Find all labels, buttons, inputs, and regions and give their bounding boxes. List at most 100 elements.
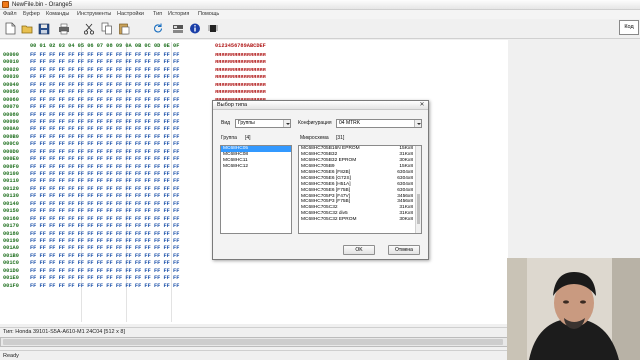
chips-count: [31] [336,135,345,141]
hex-byte-row[interactable]: FF FF FF FF FF FF FF FF FF FF FF FF FF F… [30,112,179,119]
hex-byte-row[interactable]: FF FF FF FF FF FF FF FF FF FF FF FF FF F… [30,52,179,59]
hex-byte-row[interactable]: FF FF FF FF FF FF FF FF FF FF FF FF FF F… [30,156,179,163]
dialog-title: Выбор типа [217,102,248,108]
save-icon[interactable] [38,22,50,35]
hex-address: 00100 [3,171,19,177]
scrollbar-thumb[interactable] [3,339,503,345]
view-select-value: Группы [238,120,255,126]
groups-list[interactable]: MC68HC05 MC68HC08 MC68HC11 MC68HC12 [220,145,292,234]
chip-name: MC68HC705C32 div5 [301,211,348,217]
hex-byte-row[interactable]: FF FF FF FF FF FF FF FF FF FF FF FF FF F… [30,283,179,290]
hex-byte-row[interactable]: FF FF FF FF FF FF FF FF FF FF FF FF FF F… [30,82,179,89]
hex-byte-row[interactable]: FF FF FF FF FF FF FF FF FF FF FF FF FF F… [30,164,179,171]
hex-address: 001A0 [3,245,19,252]
hex-byte-row[interactable]: FF FF FF FF FF FF FF FF FF FF FF FF FF F… [30,59,179,66]
new-file-icon[interactable] [4,22,16,35]
copy-icon[interactable] [101,22,113,35]
hex-address: 001B0 [3,252,19,259]
hex-byte-row[interactable]: FF FF FF FF FF FF FF FF FF FF FF FF FF F… [30,126,179,133]
config-label: Конфигурация [298,120,332,126]
hex-byte-row[interactable]: FF FF FF FF FF FF FF FF FF FF FF FF FF F… [30,201,179,208]
hex-byte-row[interactable]: FF FF FF FF FF FF FF FF FF FF FF FF FF F… [30,275,179,282]
chip-item[interactable]: MC68HC705C32 EPROM 30Kx8 [299,217,421,223]
hex-address: 001E0 [3,275,19,282]
chip-name: MC68HC705P3 [F47V] [301,193,351,199]
cancel-button[interactable]: Отмена [388,245,420,255]
menu-history[interactable]: История [168,10,189,19]
group-item[interactable]: MC68HC12 [221,164,291,170]
chip-name: MC68HC705E6 [F75B] [301,187,351,193]
info-icon[interactable] [189,22,201,35]
hex-address: 000F0 [3,163,19,170]
hex-byte-row[interactable]: FF FF FF FF FF FF FF FF FF FF FF FF FF F… [30,74,179,81]
view-select[interactable]: Группы [235,119,291,128]
config-select[interactable]: 04 MTRK [336,119,422,128]
menu-buffer[interactable]: Буфер [23,10,40,19]
hex-byte-row[interactable]: FF FF FF FF FF FF FF FF FF FF FF FF FF F… [30,253,179,260]
menu-help[interactable]: Помощь [198,10,219,19]
hex-byte-row[interactable]: FF FF FF FF FF FF FF FF FF FF FF FF FF F… [30,104,179,111]
horizontal-scrollbar[interactable] [0,337,508,347]
app-window: NewFile.bin - Orange5 Файл Буфер Команды… [0,0,640,360]
hex-byte-row[interactable]: FF FF FF FF FF FF FF FF FF FF FF FF FF F… [30,223,179,230]
hex-ascii-row[interactable]: яяяяяяяяяяяяяяяя [215,59,285,66]
hex-ascii-row[interactable]: яяяяяяяяяяяяяяяя [215,82,285,89]
hex-byte-row[interactable]: FF FF FF FF FF FF FF FF FF FF FF FF FF F… [30,141,179,148]
hex-address: 00040 [3,81,19,88]
hex-byte-row[interactable]: FF FF FF FF FF FF FF FF FF FF FF FF FF F… [30,171,179,178]
hex-byte-row[interactable]: FF FF FF FF FF FF FF FF FF FF FF FF FF F… [30,231,179,238]
chips-list[interactable]: MC68HC705B16N EPROM 15Kx8 MC68HC705B32 31Kx… [298,145,422,234]
hex-ascii-row[interactable]: яяяяяяяяяяяяяяяя [215,89,285,96]
hex-byte-row[interactable]: FF FF FF FF FF FF FF FF FF FF FF FF FF F… [30,186,179,193]
hardware-icon[interactable] [172,22,184,35]
hex-address: 00020 [3,66,19,73]
open-folder-icon[interactable] [21,22,33,35]
hex-address: 00150 [3,208,19,215]
hex-byte-row[interactable]: FF FF FF FF FF FF FF FF FF FF FF FF FF F… [30,134,179,141]
toolbar [0,19,640,39]
hex-byte-row[interactable]: FF FF FF FF FF FF FF FF FF FF FF FF FF F… [30,260,179,267]
hex-byte-row[interactable]: FF FF FF FF FF FF FF FF FF FF FF FF FF F… [30,193,179,200]
hex-byte-row[interactable]: FF FF FF FF FF FF FF FF FF FF FF FF FF F… [30,208,179,215]
hex-byte-row[interactable]: FF FF FF FF FF FF FF FF FF FF FF FF FF F… [30,97,179,104]
hex-address: 00130 [3,193,19,200]
chevron-down-icon[interactable] [414,120,421,127]
menu-file[interactable]: Файл [3,10,17,19]
menu-commands[interactable]: Команды [46,10,69,19]
menu-bar: Файл Буфер Команды Инструменты Настройки… [0,10,640,19]
code-button[interactable]: Код [619,20,639,35]
ok-button[interactable]: OK [343,245,375,255]
groups-label: Группа [221,135,237,141]
close-icon[interactable]: ✕ [418,102,426,109]
print-icon[interactable] [58,22,70,35]
menu-settings[interactable]: Настройки [117,10,144,19]
hex-byte-row[interactable]: FF FF FF FF FF FF FF FF FF FF FF FF FF F… [30,178,179,185]
groups-count: [4] [245,135,251,141]
hex-address: 000D0 [3,148,19,155]
hex-ascii-row[interactable]: яяяяяяяяяяяяяяяя [215,52,285,59]
menu-tools[interactable]: Инструменты [77,10,111,19]
chevron-down-icon[interactable] [283,120,290,127]
hex-byte-row[interactable]: FF FF FF FF FF FF FF FF FF FF FF FF FF F… [30,119,179,126]
menu-type[interactable]: Тип [153,10,162,19]
hex-byte-row[interactable]: FF FF FF FF FF FF FF FF FF FF FF FF FF F… [30,268,179,275]
scrollbar-thumb[interactable] [417,194,420,224]
cut-icon[interactable] [83,22,95,35]
hex-byte-row[interactable]: FF FF FF FF FF FF FF FF FF FF FF FF FF F… [30,245,179,252]
paste-icon[interactable] [118,22,130,35]
hex-address: 000A0 [3,126,19,133]
chip-name: MC68HC705C32 [301,205,338,211]
refresh-icon[interactable] [152,22,164,35]
chips-list-scrollbar[interactable] [415,146,421,233]
hex-address: 00160 [3,215,19,222]
hex-byte-row[interactable]: FF FF FF FF FF FF FF FF FF FF FF FF FF F… [30,149,179,156]
window-title: NewFile.bin - Orange5 [12,2,73,8]
hex-ascii-row[interactable]: яяяяяяяяяяяяяяяя [215,67,285,74]
hex-byte-row[interactable]: FF FF FF FF FF FF FF FF FF FF FF FF FF F… [30,238,179,245]
hex-bytes-column[interactable]: FF FF FF FF FF FF FF FF FF FF FF FF FF F… [30,52,179,290]
chip-icon[interactable] [207,22,219,35]
hex-ascii-row[interactable]: яяяяяяяяяяяяяяяя [215,74,285,81]
hex-byte-row[interactable]: FF FF FF FF FF FF FF FF FF FF FF FF FF F… [30,67,179,74]
hex-byte-row[interactable]: FF FF FF FF FF FF FF FF FF FF FF FF FF F… [30,89,179,96]
hex-byte-row[interactable]: FF FF FF FF FF FF FF FF FF FF FF FF FF F… [30,216,179,223]
